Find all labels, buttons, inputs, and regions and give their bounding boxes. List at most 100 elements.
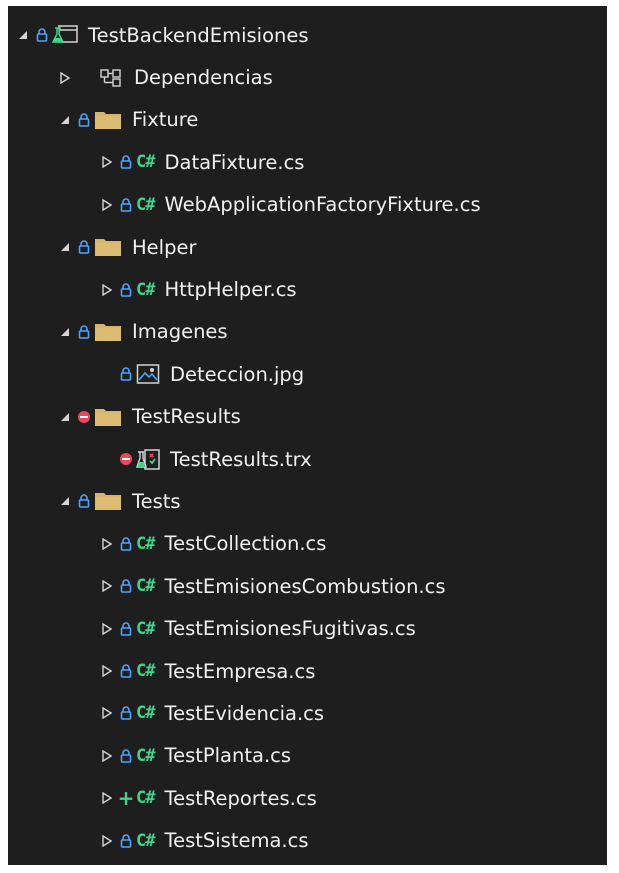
tree-item-label: TestEvidencia.cs <box>164 701 325 725</box>
lock-icon <box>116 534 136 554</box>
tree-item-file[interactable]: + C# TestReportes.cs <box>8 777 607 819</box>
tree-item-label: TestCollection.cs <box>164 532 327 556</box>
csharp-file-icon: C# <box>136 661 156 682</box>
tree-item-label: TestBackendEmisiones <box>88 23 309 47</box>
folder-icon <box>94 236 122 258</box>
csharp-file-icon: C# <box>136 703 156 724</box>
tree-item-file[interactable]: C# HttpHelper.cs <box>8 268 607 310</box>
lock-icon <box>116 619 136 639</box>
folder-icon <box>94 490 122 512</box>
tree-item-label: DataFixture.cs <box>164 150 305 174</box>
tree-item-file[interactable]: C# WebApplicationFactoryFixture.cs <box>8 184 607 226</box>
tree-item-project[interactable]: TestBackendEmisiones <box>8 14 607 56</box>
csharp-file-icon: C# <box>136 194 156 215</box>
lock-icon <box>74 110 94 130</box>
triangle-right-icon[interactable] <box>98 620 116 638</box>
tree-item-file[interactable]: Deteccion.jpg <box>8 353 607 395</box>
tree-item-label: Fixture <box>132 108 199 132</box>
tree-item-label: TestResults.trx <box>170 447 312 471</box>
tree-item-folder-fixture[interactable]: Fixture <box>8 99 607 141</box>
tree-item-folder-helper[interactable]: Helper <box>8 226 607 268</box>
tree-item-label: TestEmisionesCombustion.cs <box>164 574 446 598</box>
lock-icon <box>32 25 52 45</box>
triangle-right-icon[interactable] <box>98 704 116 722</box>
csharp-file-icon: C# <box>136 830 156 851</box>
tree-item-file[interactable]: C# TestEvidencia.cs <box>8 692 607 734</box>
tree-item-label: Deteccion.jpg <box>170 362 305 386</box>
triangle-down-icon[interactable] <box>14 26 32 44</box>
tree-item-folder-imagenes[interactable]: Imagenes <box>8 311 607 353</box>
image-file-icon <box>136 363 160 385</box>
tree-item-label: TestSistema.cs <box>164 829 309 853</box>
csharp-file-icon: C# <box>136 745 156 766</box>
folder-icon <box>94 109 122 131</box>
triangle-right-icon[interactable] <box>98 535 116 553</box>
triangle-right-icon[interactable] <box>98 281 116 299</box>
test-project-icon <box>52 24 78 46</box>
tree-item-label: TestPlanta.cs <box>164 744 292 768</box>
solution-explorer-panel: TestBackendEmisiones Dependencias Fixtur… <box>8 6 607 865</box>
triangle-right-icon[interactable] <box>98 789 116 807</box>
lock-icon <box>116 364 136 384</box>
tree-item-label: Helper <box>132 235 197 259</box>
triangle-right-icon[interactable] <box>98 662 116 680</box>
lock-icon <box>116 746 136 766</box>
triangle-down-icon[interactable] <box>56 111 74 129</box>
tree-item-file[interactable]: C# TestEmisionesFugitivas.cs <box>8 607 607 649</box>
lock-icon <box>116 280 136 300</box>
tree-item-file[interactable]: C# TestCollection.cs <box>8 523 607 565</box>
plus-icon: + <box>117 786 135 811</box>
tree-item-folder-tests[interactable]: Tests <box>8 480 607 522</box>
triangle-down-icon[interactable] <box>56 323 74 341</box>
solution-tree: TestBackendEmisiones Dependencias Fixtur… <box>8 14 607 862</box>
csharp-file-icon: C# <box>136 533 156 554</box>
lock-icon <box>116 576 136 596</box>
folder-icon <box>94 406 122 428</box>
lock-icon <box>116 195 136 215</box>
triangle-right-icon[interactable] <box>98 153 116 171</box>
tree-item-label: HttpHelper.cs <box>164 278 297 302</box>
tree-item-label: Imagenes <box>132 320 228 344</box>
triangle-down-icon[interactable] <box>56 408 74 426</box>
csharp-file-icon: C# <box>136 152 156 173</box>
tree-item-label: WebApplicationFactoryFixture.cs <box>164 193 481 217</box>
tree-item-file[interactable]: C# DataFixture.cs <box>8 141 607 183</box>
lock-icon <box>74 491 94 511</box>
dependencies-icon <box>100 67 124 89</box>
tree-item-label: TestReportes.cs <box>164 786 317 810</box>
tree-item-file[interactable]: C# TestEmisionesCombustion.cs <box>8 565 607 607</box>
excluded-icon <box>74 407 94 427</box>
triangle-right-icon[interactable] <box>98 832 116 850</box>
lock-icon <box>74 322 94 342</box>
csharp-file-icon: C# <box>136 279 156 300</box>
tree-item-label: TestEmisionesFugitivas.cs <box>164 617 416 641</box>
tree-item-label: TestResults <box>132 405 241 429</box>
tree-item-file[interactable]: C# TestEmpresa.cs <box>8 650 607 692</box>
triangle-right-icon[interactable] <box>98 196 116 214</box>
csharp-file-icon: C# <box>136 618 156 639</box>
screenshot-frame: TestBackendEmisiones Dependencias Fixtur… <box>0 0 619 873</box>
tree-item-file[interactable]: C# TestPlanta.cs <box>8 735 607 777</box>
tree-item-file[interactable]: TestResults.trx <box>8 438 607 480</box>
test-results-file-icon <box>136 448 160 470</box>
triangle-right-icon[interactable] <box>98 577 116 595</box>
lock-icon <box>116 152 136 172</box>
tree-item-label: Dependencias <box>134 66 273 90</box>
folder-icon <box>94 321 122 343</box>
lock-icon <box>74 237 94 257</box>
tree-item-label: Tests <box>132 489 181 513</box>
lock-icon <box>116 831 136 851</box>
tree-item-file[interactable]: C# TestSistema.cs <box>8 819 607 861</box>
csharp-file-icon: C# <box>136 788 156 809</box>
tree-item-folder-testresults[interactable]: TestResults <box>8 396 607 438</box>
lock-icon <box>116 703 136 723</box>
lock-icon <box>116 661 136 681</box>
triangle-right-icon[interactable] <box>98 747 116 765</box>
csharp-file-icon: C# <box>136 576 156 597</box>
triangle-right-icon[interactable] <box>56 69 74 87</box>
tree-item-dependencies[interactable]: Dependencias <box>8 56 607 98</box>
triangle-down-icon[interactable] <box>56 238 74 256</box>
excluded-icon <box>116 449 136 469</box>
tree-item-label: TestEmpresa.cs <box>164 659 316 683</box>
triangle-down-icon[interactable] <box>56 492 74 510</box>
